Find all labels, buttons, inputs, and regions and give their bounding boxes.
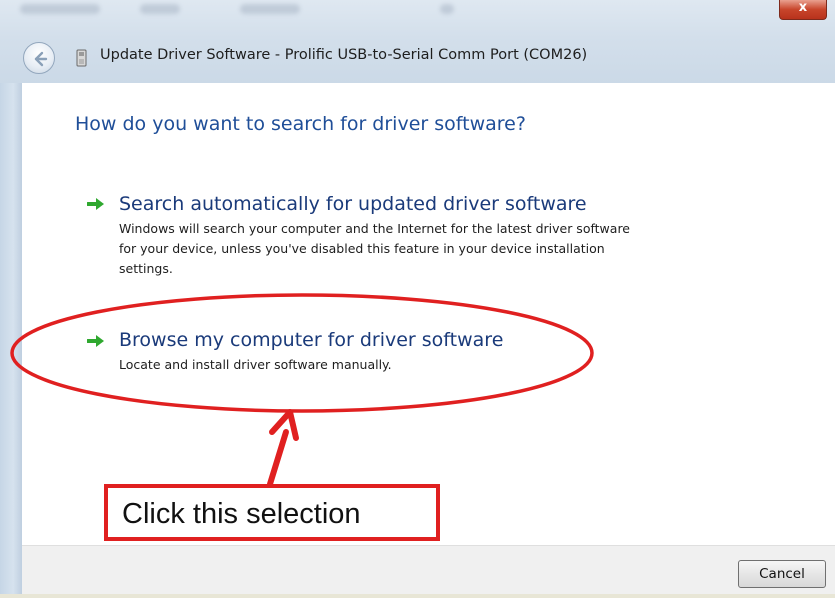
callout-text: Click this selection — [122, 498, 361, 530]
dialog-footer — [22, 545, 835, 598]
annotation-callout: Click this selection — [104, 484, 440, 541]
bottom-edge — [0, 594, 835, 598]
annotation-arrow-shaft — [267, 429, 289, 487]
cancel-button[interactable]: Cancel — [738, 560, 826, 588]
highlight-ellipse — [10, 293, 594, 413]
